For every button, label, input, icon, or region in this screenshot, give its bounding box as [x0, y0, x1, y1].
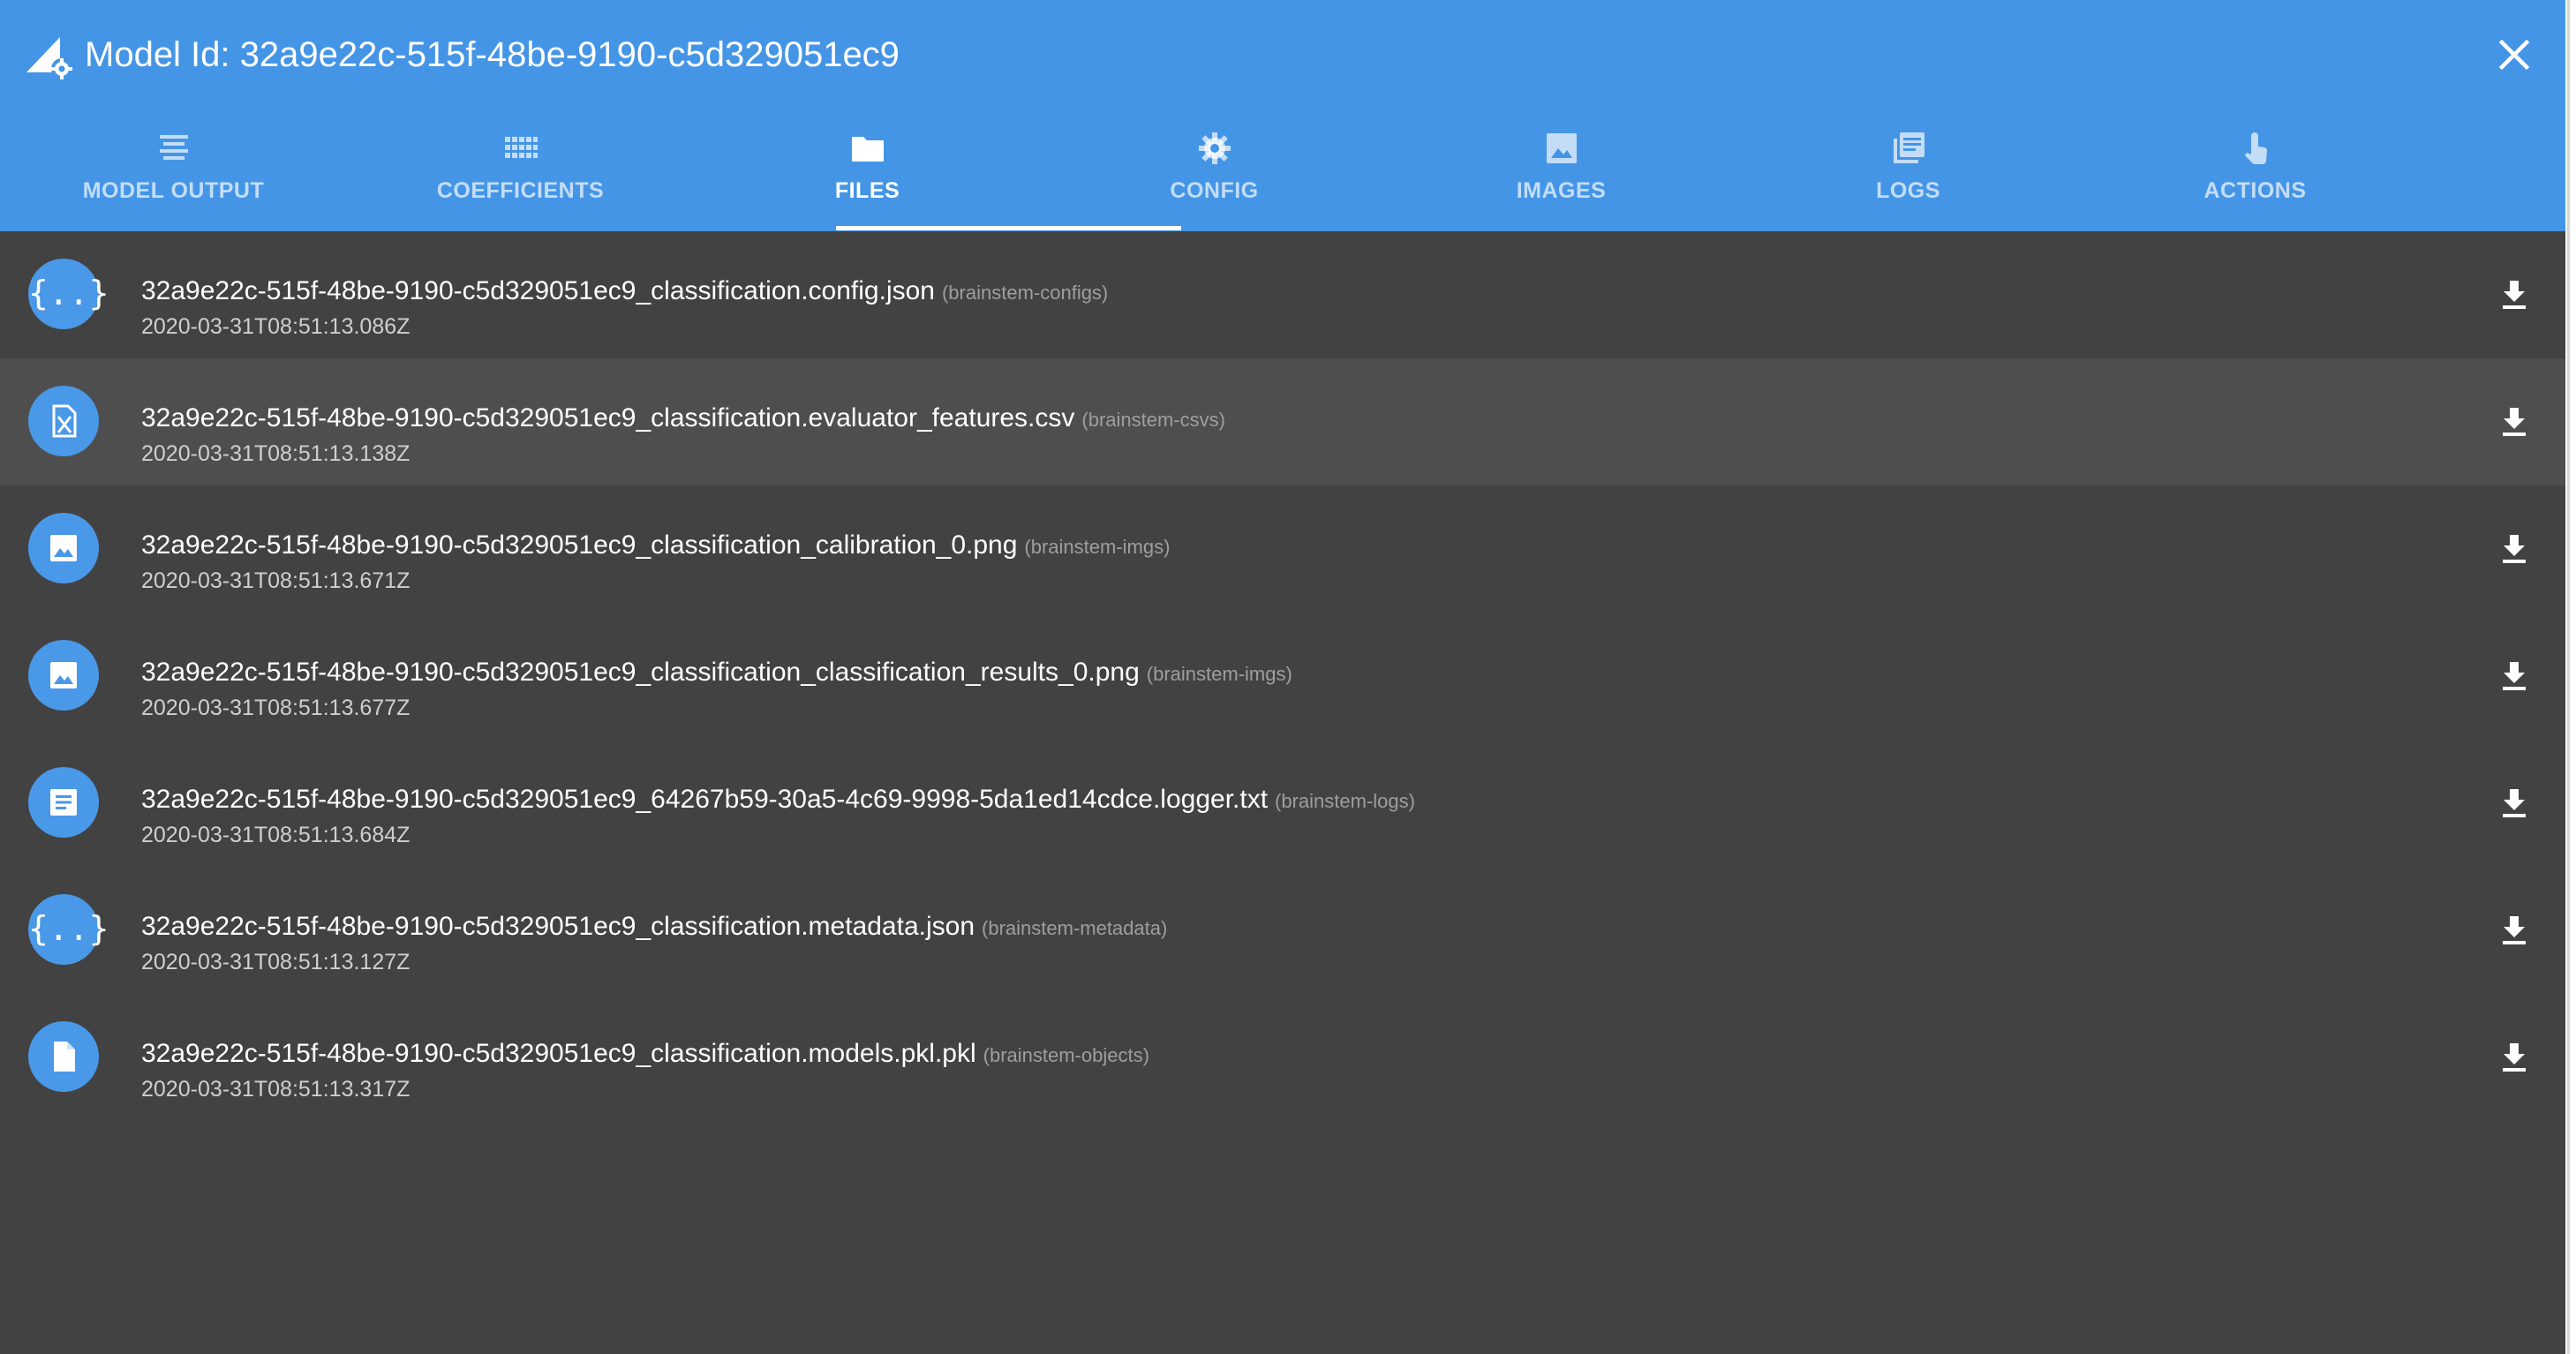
file-text: 32a9e22c-515f-48be-9190-c5d329051ec9_cla… — [141, 402, 1225, 468]
image-icon — [1546, 133, 1577, 163]
image-icon — [50, 662, 77, 688]
file-bucket: (brainstem-logs) — [1275, 790, 1415, 812]
spreadsheet-icon — [52, 404, 77, 438]
file-bucket: (brainstem-configs) — [941, 282, 1109, 304]
file-text: 32a9e22c-515f-48be-9190-c5d329051ec9_642… — [141, 784, 1415, 849]
file-date: 2020-03-31T08:51:13.138Z — [141, 441, 411, 466]
list-item[interactable]: 32a9e22c-515f-48be-9190-c5d329051ec9_642… — [0, 740, 2565, 867]
tab-bar: MODEL OUTPUT COEFFICIENTS FILES CONFIG I… — [0, 115, 2565, 231]
file-icon — [54, 1042, 75, 1072]
file-avatar — [28, 767, 99, 838]
file-date: 2020-03-31T08:51:13.086Z — [141, 314, 411, 339]
model-gear-icon — [26, 37, 72, 79]
file-avatar: {..} — [28, 259, 109, 329]
file-avatar — [28, 1021, 99, 1092]
file-name: 32a9e22c-515f-48be-9190-c5d329051ec9_cla… — [141, 276, 935, 305]
file-name: 32a9e22c-515f-48be-9190-c5d329051ec9_cla… — [141, 403, 1075, 433]
tab-actions[interactable]: ACTIONS — [2082, 115, 2429, 231]
file-date: 2020-03-31T08:51:13.671Z — [141, 568, 411, 593]
folder-icon — [851, 137, 884, 162]
file-text: 32a9e22c-515f-48be-9190-c5d329051ec9_cla… — [141, 530, 1170, 595]
tab-label: CONFIG — [1170, 178, 1259, 203]
tab-label: IMAGES — [1516, 178, 1607, 203]
list-item[interactable]: 32a9e22c-515f-48be-9190-c5d329051ec9_cla… — [0, 613, 2565, 740]
tab-label: COEFFICIENTS — [436, 178, 605, 203]
gear-icon — [1198, 132, 1231, 164]
text-file-icon — [50, 789, 77, 816]
tab-logs[interactable]: LOGS — [1735, 115, 2082, 231]
json-icon: {..} — [28, 274, 109, 312]
tab-label: LOGS — [1876, 178, 1940, 203]
file-name: 32a9e22c-515f-48be-9190-c5d329051ec9_642… — [141, 785, 1269, 814]
library-books-icon — [1893, 132, 1924, 163]
tab-label: FILES — [834, 178, 900, 203]
file-bucket: (brainstem-imgs) — [1146, 663, 1292, 685]
json-icon: {..} — [28, 909, 109, 948]
download-icon[interactable] — [2495, 784, 2534, 823]
list-item[interactable]: {..} 32a9e22c-515f-48be-9190-c5d329051ec… — [0, 231, 2565, 358]
grid-icon — [504, 137, 538, 158]
tab-config[interactable]: CONFIG — [1041, 115, 1388, 231]
file-bucket: (brainstem-csvs) — [1081, 409, 1225, 431]
file-avatar — [28, 513, 99, 583]
dialog-header: Model Id: 32a9e22c-515f-48be-9190-c5d329… — [0, 0, 2565, 231]
tab-images[interactable]: IMAGES — [1388, 115, 1735, 231]
title-bar: Model Id: 32a9e22c-515f-48be-9190-c5d329… — [0, 0, 2565, 106]
file-date: 2020-03-31T08:51:13.684Z — [141, 823, 411, 847]
file-name: 32a9e22c-515f-48be-9190-c5d329051ec9_cla… — [141, 912, 975, 941]
file-text: 32a9e22c-515f-48be-9190-c5d329051ec9_cla… — [141, 1038, 1149, 1103]
file-avatar: {..} — [28, 894, 109, 965]
download-icon[interactable] — [2495, 1038, 2534, 1077]
file-text: 32a9e22c-515f-48be-9190-c5d329051ec9_cla… — [141, 911, 1167, 976]
touch-app-icon — [2244, 132, 2267, 164]
download-icon[interactable] — [2495, 402, 2534, 441]
image-icon — [50, 535, 77, 561]
close-icon[interactable] — [2491, 32, 2537, 78]
list-item[interactable]: 32a9e22c-515f-48be-9190-c5d329051ec9_cla… — [0, 485, 2565, 613]
window-edge — [2567, 0, 2570, 1354]
download-icon[interactable] — [2495, 911, 2534, 950]
file-bucket: (brainstem-imgs) — [1024, 536, 1171, 558]
download-icon[interactable] — [2495, 275, 2534, 314]
file-bucket: (brainstem-metadata) — [982, 917, 1168, 939]
active-tab-indicator — [836, 226, 1181, 230]
list-item[interactable]: 32a9e22c-515f-48be-9190-c5d329051ec9_cla… — [0, 994, 2565, 1121]
tab-coefficients[interactable]: COEFFICIENTS — [347, 115, 694, 231]
file-name: 32a9e22c-515f-48be-9190-c5d329051ec9_cla… — [141, 530, 1018, 560]
file-avatar — [28, 640, 99, 711]
list-item[interactable]: {..} 32a9e22c-515f-48be-9190-c5d329051ec… — [0, 867, 2565, 994]
download-icon[interactable] — [2495, 657, 2534, 696]
file-text: 32a9e22c-515f-48be-9190-c5d329051ec9_cla… — [141, 275, 1108, 341]
file-bucket: (brainstem-objects) — [983, 1044, 1149, 1066]
file-list: {..} 32a9e22c-515f-48be-9190-c5d329051ec… — [0, 231, 2565, 1121]
tab-model-output[interactable]: MODEL OUTPUT — [0, 115, 347, 231]
file-text: 32a9e22c-515f-48be-9190-c5d329051ec9_cla… — [141, 657, 1292, 722]
file-name: 32a9e22c-515f-48be-9190-c5d329051ec9_cla… — [141, 1039, 976, 1068]
file-name: 32a9e22c-515f-48be-9190-c5d329051ec9_cla… — [141, 658, 1140, 687]
file-date: 2020-03-31T08:51:13.677Z — [141, 696, 411, 720]
tab-files[interactable]: FILES — [694, 115, 1041, 231]
dialog-title: Model Id: 32a9e22c-515f-48be-9190-c5d329… — [85, 35, 900, 74]
subject-icon — [159, 135, 188, 160]
file-date: 2020-03-31T08:51:13.317Z — [141, 1077, 411, 1102]
file-date: 2020-03-31T08:51:13.127Z — [141, 950, 411, 974]
download-icon[interactable] — [2495, 530, 2534, 568]
list-item[interactable]: 32a9e22c-515f-48be-9190-c5d329051ec9_cla… — [0, 358, 2565, 485]
file-avatar — [28, 386, 99, 456]
model-dialog: Model Id: 32a9e22c-515f-48be-9190-c5d329… — [0, 0, 2565, 1354]
tab-label: MODEL OUTPUT — [82, 178, 265, 203]
tab-label: ACTIONS — [2203, 178, 2307, 203]
